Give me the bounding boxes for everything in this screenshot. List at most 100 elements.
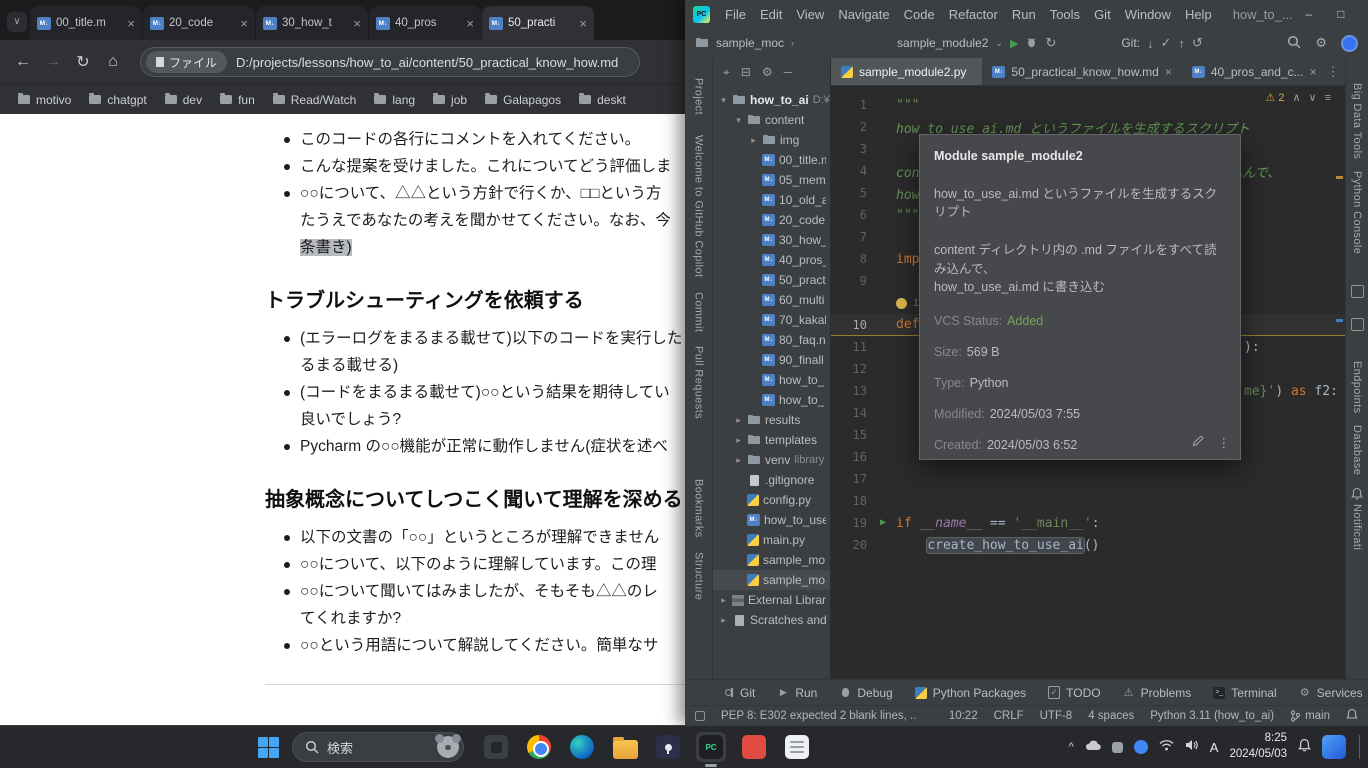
bookmark-folder[interactable]: dev (157, 90, 210, 110)
notifications-button[interactable]: Notificati (1351, 487, 1363, 550)
locate-file-icon[interactable]: ⌖ (723, 65, 730, 80)
bookmark-folder[interactable]: Read/Watch (265, 90, 365, 110)
tree-item[interactable]: ▸ templates (713, 430, 830, 450)
editor-tab[interactable]: sample_module2.py (831, 58, 982, 85)
tool-window-switcher-icon[interactable] (695, 711, 705, 721)
inspections-widget[interactable]: ⚠ 2 ∧ ∨ ≡ (1265, 91, 1331, 104)
tab-close-icon[interactable]: × (466, 16, 474, 31)
browser-tab[interactable]: 50_practi × (482, 6, 594, 40)
tree-item[interactable]: ▸ venv library (713, 450, 830, 470)
tree-item[interactable]: sample_mo (713, 550, 830, 570)
git-rollback-icon[interactable]: ↺ (1192, 35, 1203, 51)
status-message[interactable]: PEP 8: E302 expected 2 blank lines, .. (721, 710, 933, 722)
ime-indicator[interactable]: A (1210, 740, 1219, 755)
bookmark-folder[interactable]: fun (212, 90, 263, 110)
taskbar-search[interactable]: 検索 (292, 732, 464, 762)
settings-gear-icon[interactable]: ⚙ (1315, 35, 1327, 51)
tree-item[interactable]: main.py (713, 530, 830, 550)
tool-button-structure[interactable]: Structure (693, 552, 705, 600)
menu-item[interactable]: Tools (1043, 7, 1087, 22)
minimize-button[interactable]: – (1293, 0, 1325, 28)
tree-chevron-icon[interactable]: ▸ (734, 435, 743, 446)
tab-close-icon[interactable]: × (1310, 65, 1317, 79)
edge-icon[interactable] (567, 732, 597, 762)
git-branch-widget[interactable]: main (1290, 710, 1330, 722)
chrome-icon[interactable] (524, 732, 554, 762)
tree-item[interactable]: .gitignore (713, 470, 830, 490)
interpreter[interactable]: Python 3.11 (how_to_ai) (1150, 710, 1274, 722)
bookmark-folder[interactable]: motivo (10, 90, 79, 110)
tree-item[interactable]: 20_code (713, 210, 830, 230)
rerun-icon[interactable]: ↻ (1045, 35, 1056, 51)
encoding[interactable]: UTF-8 (1040, 710, 1073, 722)
menu-item[interactable]: Refactor (942, 7, 1005, 22)
show-desktop-button[interactable] (1359, 735, 1362, 759)
code-line[interactable]: 20 create_how_to_use_ai() (831, 534, 1345, 556)
tree-item[interactable]: how_to_ (713, 370, 830, 390)
tab-search-button[interactable]: ∨ (7, 12, 27, 32)
tab-close-icon[interactable]: × (127, 16, 135, 31)
tree-item[interactable]: 10_old_a (713, 190, 830, 210)
git-update-icon[interactable]: ↓ (1147, 36, 1154, 51)
tree-item[interactable]: 70_kakak (713, 310, 830, 330)
menu-item[interactable]: Git (1087, 7, 1118, 22)
search-highlight-image[interactable] (437, 736, 459, 758)
tree-chevron-icon[interactable]: ▸ (734, 415, 743, 426)
reload-icon[interactable]: ↻ (68, 52, 98, 72)
inspections-menu-icon[interactable]: ≡ (1325, 92, 1331, 104)
code-line[interactable]: 18 (831, 490, 1345, 512)
menu-item[interactable]: View (789, 7, 831, 22)
tool-button-python-console[interactable]: Python Console (1351, 171, 1363, 254)
file-explorer-icon[interactable] (610, 732, 640, 762)
hide-panel-icon[interactable]: ─ (784, 65, 793, 79)
tree-item[interactable]: ▸ img (713, 130, 830, 150)
menu-item[interactable]: Run (1005, 7, 1043, 22)
editor-tab[interactable]: 50_practical_know_how.md × (982, 58, 1181, 85)
browser-tab[interactable]: 30_how_t × (256, 6, 368, 40)
tree-item[interactable]: 50_pract (713, 270, 830, 290)
tool-button-big-data-tools[interactable]: Big Data Tools (1351, 83, 1363, 159)
menu-item[interactable]: File (718, 7, 753, 22)
bookmark-folder[interactable]: Galapagos (477, 90, 569, 110)
collapse-all-icon[interactable]: ⊟ (741, 65, 751, 79)
menu-item[interactable]: Help (1178, 7, 1219, 22)
menu-item[interactable]: Edit (753, 7, 789, 22)
tree-item[interactable]: sample_mo (713, 570, 830, 590)
tool-button-database[interactable]: Database (1351, 425, 1363, 475)
menu-item[interactable]: Navigate (831, 7, 896, 22)
tray-overflow-icon[interactable]: ^ (1069, 741, 1074, 753)
indent-setting[interactable]: 4 spaces (1088, 710, 1134, 722)
tree-item[interactable]: ▾ content (713, 110, 830, 130)
tool-button-endpoints[interactable]: Endpoints (1351, 361, 1363, 414)
tool-button-copilot[interactable]: Welcome to GitHub Copilot (693, 135, 705, 277)
url-input[interactable]: ファイル D:/projects/lessons/how_to_ai/conte… (140, 47, 640, 77)
tree-item[interactable]: 90_finall (713, 350, 830, 370)
tree-item[interactable]: 40_pros_ (713, 250, 830, 270)
lock-app-icon[interactable] (653, 732, 683, 762)
clock[interactable]: 8:25 2024/05/03 (1229, 731, 1287, 762)
tree-item[interactable]: how_to_ (713, 390, 830, 410)
tree-chevron-icon[interactable]: ▾ (719, 95, 728, 106)
tool-button-project[interactable]: Project (693, 78, 705, 115)
bottom-tool-button[interactable]: Run (768, 686, 826, 700)
tree-item[interactable]: 30_how_ (713, 230, 830, 250)
start-button[interactable] (258, 737, 279, 758)
tree-item[interactable]: 60_multi (713, 290, 830, 310)
bookmark-folder[interactable]: deskt (571, 90, 634, 110)
more-options-icon[interactable]: ⋮ (1218, 434, 1231, 452)
bookmark-folder[interactable]: chatgpt (81, 90, 154, 110)
tab-close-icon[interactable]: × (240, 16, 248, 31)
tab-close-icon[interactable]: × (1165, 65, 1172, 79)
run-button[interactable]: ▶ (1010, 37, 1018, 50)
bottom-tool-button[interactable]: Problems (1114, 686, 1201, 700)
prev-problem-icon[interactable]: ∧ (1292, 91, 1300, 104)
edit-pencil-icon[interactable] (1192, 434, 1204, 452)
tree-item[interactable]: 05_mem (713, 170, 830, 190)
tab-overflow-icon[interactable]: ⋮ (1327, 64, 1340, 80)
editor-tab[interactable]: 40_pros_and_c... × (1182, 58, 1327, 85)
tray-app-icon-blue[interactable] (1134, 740, 1148, 754)
bottom-tool-button[interactable]: Terminal (1204, 686, 1285, 700)
tree-item[interactable]: how_to_use (713, 510, 830, 530)
tree-item[interactable]: ▸ External Librari (713, 590, 830, 610)
pycharm-taskbar-icon[interactable]: PC (696, 732, 726, 762)
